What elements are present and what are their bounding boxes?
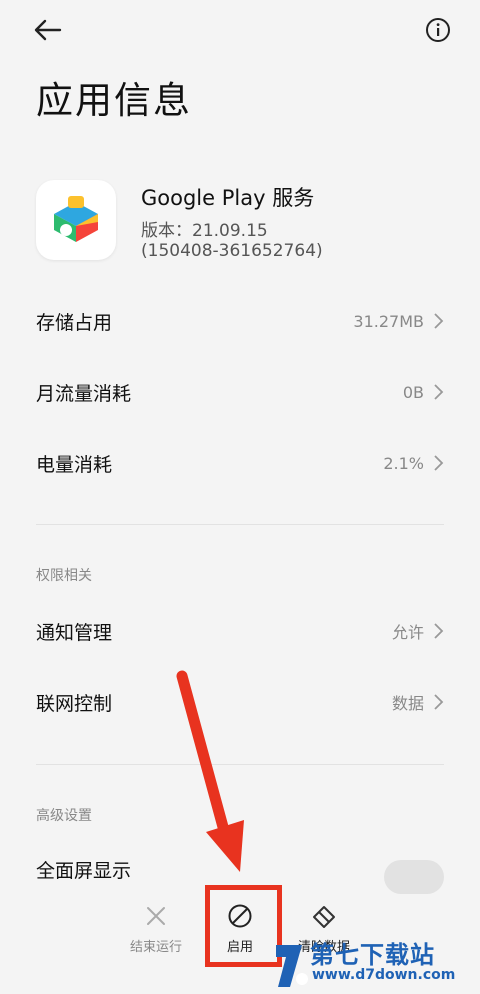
row-label: 月流量消耗 bbox=[36, 382, 132, 405]
chevron-right-icon bbox=[434, 313, 444, 329]
permissions-section-header: 权限相关 bbox=[36, 568, 92, 584]
data-usage-row[interactable]: 月流量消耗 0B bbox=[36, 367, 446, 417]
watermark-title: 第七下载站 bbox=[310, 941, 435, 969]
app-info-card: Google Play 服务 版本：21.09.15 (150408-36165… bbox=[36, 180, 456, 270]
advanced-section-header: 高级设置 bbox=[36, 808, 92, 824]
page-title: 应用信息 bbox=[36, 79, 192, 122]
divider bbox=[36, 764, 444, 765]
row-label: 通知管理 bbox=[36, 621, 113, 644]
app-version: 版本：21.09.15 bbox=[141, 221, 268, 241]
arrow-left-icon bbox=[34, 19, 62, 41]
force-stop-button[interactable]: 结束运行 bbox=[116, 900, 196, 955]
row-value: 2.1% bbox=[383, 453, 424, 473]
network-control-row[interactable]: 联网控制 数据 bbox=[36, 677, 446, 727]
row-value: 31.27MB bbox=[353, 311, 424, 331]
storage-row[interactable]: 存储占用 31.27MB bbox=[36, 296, 446, 346]
divider bbox=[36, 524, 444, 525]
eraser-icon bbox=[313, 906, 335, 928]
app-name: Google Play 服务 bbox=[141, 186, 315, 210]
back-button[interactable] bbox=[28, 12, 68, 48]
row-value: 允许 bbox=[391, 623, 424, 642]
fullscreen-toggle[interactable] bbox=[384, 860, 444, 894]
battery-usage-row[interactable]: 电量消耗 2.1% bbox=[36, 438, 446, 488]
highlight-box bbox=[205, 885, 282, 967]
app-build-number: (150408-361652764) bbox=[141, 241, 323, 261]
chevron-right-icon bbox=[434, 384, 444, 400]
row-value: 0B bbox=[402, 382, 424, 402]
google-play-services-icon bbox=[36, 180, 116, 260]
info-icon bbox=[426, 18, 450, 42]
watermark-url: www.d7down.com bbox=[312, 967, 456, 983]
chevron-right-icon bbox=[434, 455, 444, 471]
close-icon bbox=[147, 907, 165, 925]
row-value: 数据 bbox=[391, 694, 424, 713]
row-label: 存储占用 bbox=[36, 311, 113, 334]
d7down-logo-icon bbox=[276, 945, 308, 987]
chevron-right-icon bbox=[434, 623, 444, 639]
watermark-logo: 第七下载站 www.d7down.com bbox=[272, 935, 472, 993]
force-stop-label: 结束运行 bbox=[129, 940, 182, 955]
top-bar bbox=[0, 0, 480, 60]
chevron-right-icon bbox=[434, 694, 444, 710]
row-label: 全面屏显示 bbox=[36, 859, 132, 882]
row-label: 联网控制 bbox=[36, 692, 113, 715]
notification-management-row[interactable]: 通知管理 允许 bbox=[36, 606, 446, 656]
row-label: 电量消耗 bbox=[36, 453, 113, 476]
info-button[interactable] bbox=[422, 14, 454, 46]
